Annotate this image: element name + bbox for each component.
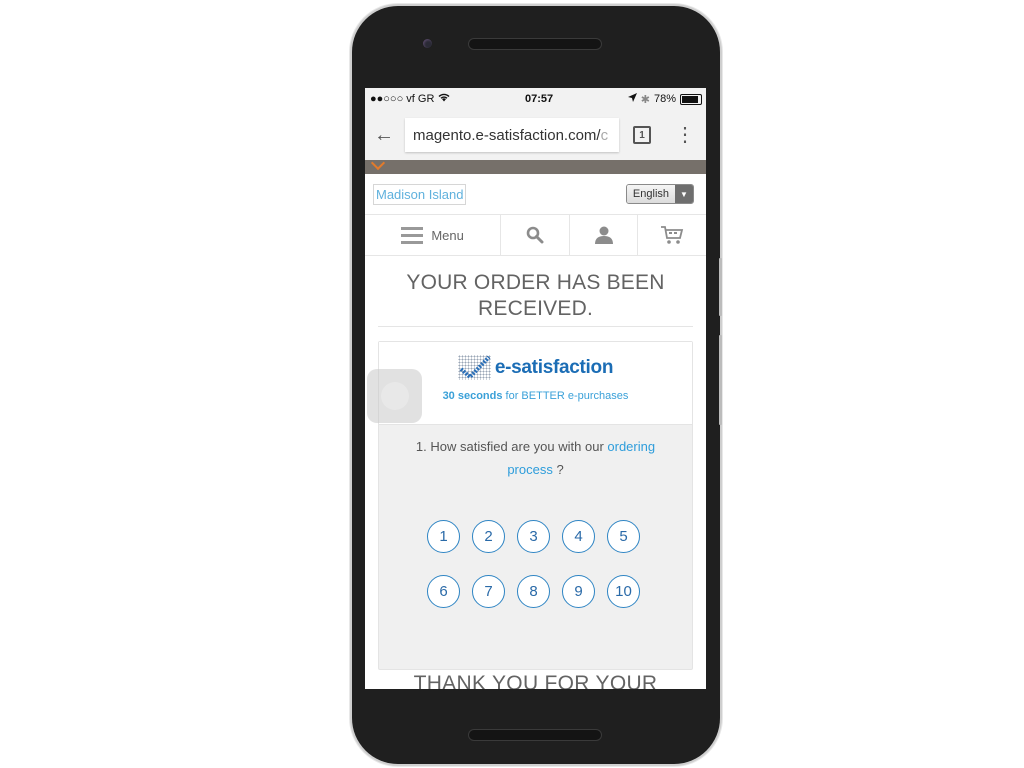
battery-percent: 78% bbox=[653, 93, 676, 105]
store-header: Madison Island English ▼ bbox=[365, 174, 706, 214]
rating-scale: 1 2 3 4 5 6 7 8 9 10 bbox=[427, 520, 649, 608]
rating-button[interactable]: 5 bbox=[607, 520, 640, 553]
rating-button[interactable]: 9 bbox=[562, 575, 595, 608]
search-button[interactable] bbox=[501, 215, 570, 255]
rating-button[interactable]: 3 bbox=[517, 520, 550, 553]
tab-switcher-button[interactable]: 1 bbox=[633, 126, 651, 144]
bluetooth-icon: ✱ bbox=[640, 93, 650, 106]
carrier-label: ●●○○○ vf GR bbox=[370, 93, 435, 105]
volume-button[interactable] bbox=[719, 258, 722, 316]
status-bar: ●●○○○ vf GR 07:57 ✱ 78% bbox=[365, 88, 706, 110]
rating-button[interactable]: 1 bbox=[427, 520, 460, 553]
tagline-bold: 30 seconds bbox=[442, 390, 503, 402]
e-satisfaction-logo: e-satisfaction bbox=[457, 355, 614, 380]
url-text-fade: c bbox=[600, 126, 609, 144]
tagline-rest: for BETTER e-purchases bbox=[502, 390, 629, 402]
brand-name: e-satisfaction bbox=[494, 356, 614, 378]
location-arrow-icon bbox=[627, 93, 637, 105]
url-field[interactable]: magento.e-satisfaction.com/c bbox=[405, 118, 619, 152]
account-button[interactable] bbox=[570, 215, 639, 255]
search-icon bbox=[526, 226, 544, 244]
store-logo[interactable]: Madison Island bbox=[373, 183, 467, 205]
assistive-touch-dot-icon bbox=[381, 382, 409, 410]
cart-button[interactable] bbox=[638, 215, 706, 255]
page-title: YOUR ORDER HAS BEEN RECEIVED. bbox=[406, 271, 665, 320]
site-top-strip bbox=[365, 155, 706, 174]
power-button[interactable] bbox=[719, 335, 722, 425]
rating-button[interactable]: 6 bbox=[427, 575, 460, 608]
menu-button[interactable]: Menu bbox=[365, 215, 502, 255]
language-select[interactable]: English ▼ bbox=[625, 184, 694, 204]
bottom-speaker bbox=[469, 730, 601, 740]
rating-button[interactable]: 8 bbox=[517, 575, 550, 608]
page-content: YOUR ORDER HAS BEEN RECEIVED. e-satisfac… bbox=[365, 270, 706, 689]
wifi-icon bbox=[438, 93, 450, 105]
rating-button[interactable]: 7 bbox=[472, 575, 505, 608]
survey-header: e-satisfaction 30 seconds for BETTER e-p… bbox=[379, 342, 692, 425]
question-suffix: ? bbox=[552, 462, 564, 477]
rating-button[interactable]: 10 bbox=[607, 575, 640, 608]
rating-button[interactable]: 2 bbox=[472, 520, 505, 553]
question-prefix: 1. How satisfied are you with our bbox=[415, 439, 608, 454]
title-divider bbox=[378, 326, 693, 327]
more-options-icon[interactable]: ⋮ bbox=[675, 125, 695, 145]
front-camera bbox=[423, 39, 432, 48]
menu-label: Menu bbox=[431, 227, 464, 243]
back-arrow-icon[interactable]: ← bbox=[373, 124, 395, 147]
hamburger-icon bbox=[401, 226, 424, 244]
checkmark-grid-icon bbox=[457, 355, 491, 380]
battery-icon bbox=[680, 93, 702, 105]
assistive-touch-button[interactable] bbox=[367, 369, 422, 423]
survey-question: 1. How satisfied are you with our orderi… bbox=[379, 425, 692, 481]
chevron-down-icon: ▼ bbox=[675, 185, 693, 203]
user-icon bbox=[594, 226, 613, 244]
earpiece-speaker bbox=[469, 39, 601, 49]
clock: 07:57 bbox=[525, 93, 554, 105]
language-value: English bbox=[626, 185, 675, 203]
cart-icon bbox=[661, 226, 684, 244]
browser-toolbar: ← magento.e-satisfaction.com/c 1 ⋮ bbox=[365, 110, 706, 160]
rating-button[interactable]: 4 bbox=[562, 520, 595, 553]
survey-tagline: 30 seconds for BETTER e-purchases bbox=[443, 390, 629, 402]
url-text: magento.e-satisfaction.com/ bbox=[413, 126, 601, 144]
survey-widget: e-satisfaction 30 seconds for BETTER e-p… bbox=[378, 341, 693, 670]
thank-you-heading: THANK YOU FOR YOUR bbox=[413, 672, 658, 689]
store-nav: Menu bbox=[365, 214, 706, 256]
